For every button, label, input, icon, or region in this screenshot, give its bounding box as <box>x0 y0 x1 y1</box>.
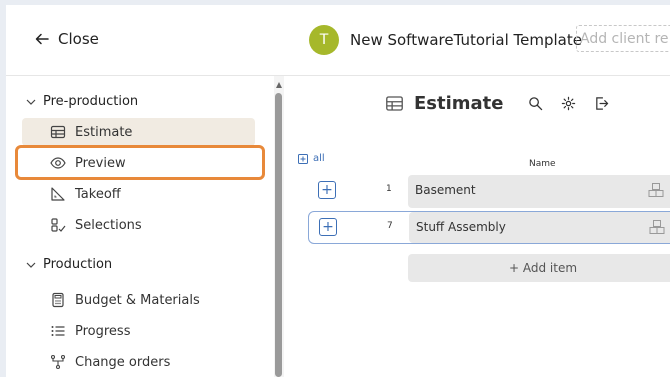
sidebar-item-budget-materials[interactable]: Budget & Materials <box>22 286 255 314</box>
sidebar-item-label: Selections <box>75 217 142 233</box>
gear-icon[interactable] <box>561 96 576 111</box>
row-name[interactable]: Basement <box>408 175 670 208</box>
table-icon <box>386 96 403 111</box>
name-column-header: Name <box>529 159 556 169</box>
project-title: New SoftwareTutorial Template <box>350 31 582 49</box>
sidebar: Pre-production Estimate Preview Takeoff … <box>6 76 274 377</box>
chevron-down-icon <box>26 99 36 105</box>
main-content: Estimate all Name + 1 Basement + 7 Stuff… <box>284 76 670 377</box>
row-number: 7 <box>387 221 393 231</box>
top-bar: Close T New SoftwareTutorial Template Ad… <box>6 5 670 76</box>
close-label: Close <box>58 30 99 48</box>
ruler-icon <box>51 187 65 201</box>
section-preproduction[interactable]: Pre-production <box>26 94 138 109</box>
list-icon <box>51 326 65 336</box>
change-orders-icon <box>50 354 66 370</box>
row-name[interactable]: Stuff Assembly <box>409 212 670 243</box>
chevron-down-icon <box>26 262 36 268</box>
selections-icon <box>51 218 66 232</box>
table-icon <box>50 125 66 139</box>
add-child-button[interactable]: + <box>319 218 337 236</box>
boxes-icon[interactable] <box>649 219 665 235</box>
section-production[interactable]: Production <box>26 257 112 272</box>
page-title: Estimate <box>414 93 504 114</box>
sidebar-scrollbar[interactable] <box>274 76 284 377</box>
expand-icon <box>298 153 308 164</box>
section-production-label: Production <box>43 257 113 272</box>
sidebar-item-takeoff[interactable]: Takeoff <box>22 180 255 208</box>
expand-all-link[interactable]: all <box>298 153 325 164</box>
add-item-button[interactable]: + Add item <box>408 254 670 282</box>
section-preproduction-label: Pre-production <box>43 94 139 109</box>
arrow-left-icon <box>35 33 49 45</box>
add-child-button[interactable]: + <box>318 181 336 199</box>
preview-highlight <box>15 145 265 180</box>
client-reference-input[interactable]: Add client re <box>576 25 670 52</box>
avatar[interactable]: T <box>309 25 339 55</box>
boxes-icon[interactable] <box>648 182 664 198</box>
sidebar-item-label: Progress <box>75 323 131 339</box>
table-row[interactable]: + 7 Stuff Assembly <box>308 211 670 244</box>
page-header: Estimate <box>385 93 609 114</box>
sidebar-item-progress[interactable]: Progress <box>22 317 255 345</box>
sidebar-item-label: Takeoff <box>75 186 121 202</box>
sidebar-item-estimate[interactable]: Estimate <box>22 118 255 146</box>
table-row[interactable]: + 1 Basement <box>308 175 670 208</box>
sidebar-item-label: Estimate <box>75 124 133 140</box>
calculator-icon <box>52 292 64 308</box>
sidebar-item-selections[interactable]: Selections <box>22 211 255 239</box>
search-icon[interactable] <box>528 96 543 111</box>
expand-all-label: all <box>313 153 325 164</box>
sidebar-item-change-orders[interactable]: Change orders <box>22 348 255 376</box>
scroll-up-arrow-icon[interactable] <box>276 82 282 88</box>
app-window: Close T New SoftwareTutorial Template Ad… <box>6 5 670 377</box>
sidebar-item-label: Budget & Materials <box>75 292 200 308</box>
close-button[interactable]: Close <box>34 30 99 48</box>
export-icon[interactable] <box>594 96 609 111</box>
scroll-thumb[interactable] <box>275 93 282 377</box>
row-number: 1 <box>386 184 392 194</box>
sidebar-item-label: Change orders <box>75 354 171 370</box>
